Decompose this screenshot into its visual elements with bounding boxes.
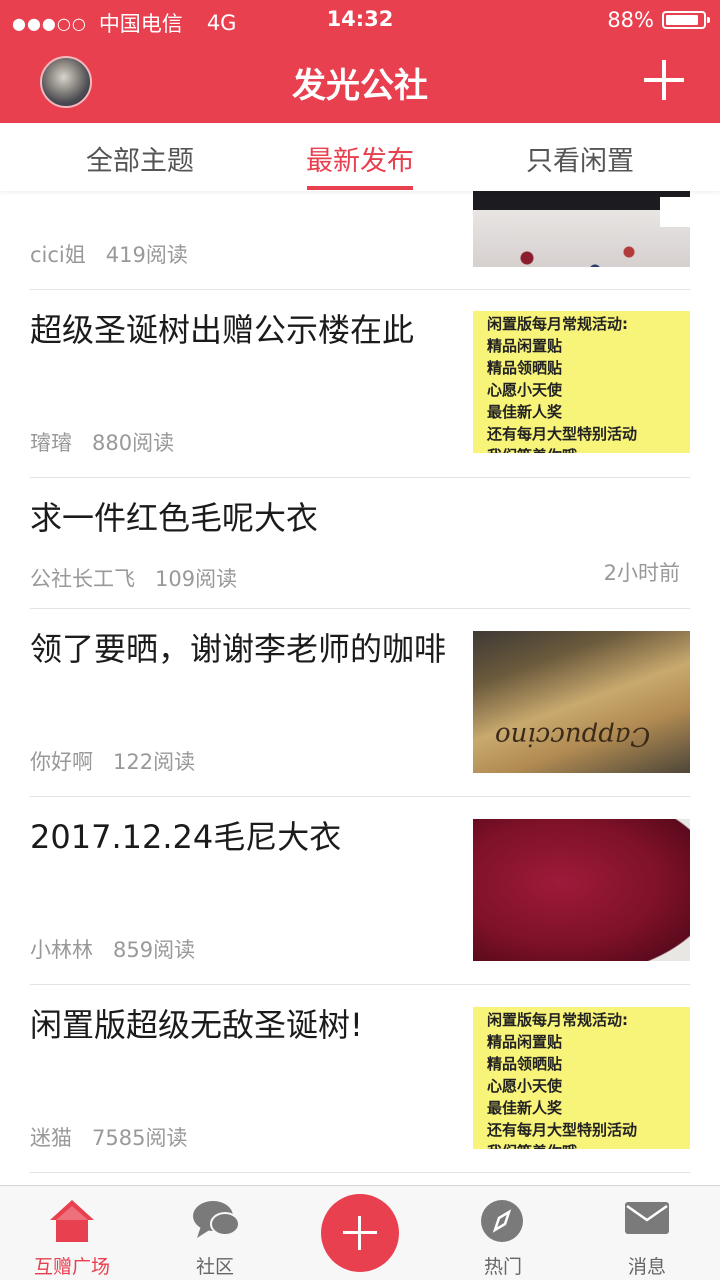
post-title: 领了要晒，谢谢李老师的咖啡 — [30, 630, 447, 668]
app-header: ●●●○○ 中国电信 4G 14:32 88% 发光公社 — [0, 0, 720, 123]
battery-icon — [662, 11, 710, 29]
list-item[interactable]: 闲置版超级无敌圣诞树! 闲置版每月常规活动: 精品闲置贴 精品领晒贴 心愿小天使… — [30, 984, 690, 1173]
nav-label: 热门 — [483, 1256, 522, 1278]
post-author: 公社长工飞 — [30, 567, 135, 591]
post-thumbnail: 闲置版每月常规活动: 精品闲置贴 精品领晒贴 心愿小天使 最佳新人奖 还有每月大… — [473, 1007, 690, 1149]
post-read-count: 109阅读 — [155, 567, 238, 591]
mail-icon — [625, 1202, 669, 1234]
status-bar: ●●●○○ 中国电信 4G 14:32 88% — [0, 0, 720, 40]
thumbnail-notice-text: 闲置版每月常规活动: 精品闲置贴 精品领晒贴 心愿小天使 最佳新人奖 还有每月大… — [487, 315, 638, 453]
list-item[interactable]: 2017.12.24毛尼大衣 小林林 859阅读 — [30, 796, 690, 985]
post-read-count: 880阅读 — [92, 431, 175, 455]
post-thumbnail — [473, 191, 690, 267]
list-item[interactable]: 求一件红色毛呢大衣 公社长工飞 109阅读 2小时前 — [30, 477, 690, 609]
nav-label: 互赠广场 — [33, 1256, 110, 1278]
compass-icon — [481, 1200, 523, 1242]
list-item[interactable]: 超级圣诞树出赠公示楼在此 闲置版每月常规活动: 精品闲置贴 精品领晒贴 心愿小天… — [30, 289, 690, 478]
list-item[interactable]: cici姐 419阅读 — [30, 191, 690, 290]
post-read-count: 7585阅读 — [92, 1126, 188, 1150]
add-post-button[interactable] — [644, 60, 684, 100]
tab-all-topics[interactable]: 全部主题 — [20, 139, 260, 178]
battery-percentage: 88% — [607, 8, 654, 32]
list-item[interactable]: 领了要晒，谢谢李老师的咖啡 Cappuccino 你好啊 122阅读 — [30, 608, 690, 797]
post-title: 超级圣诞树出赠公示楼在此 — [30, 311, 415, 349]
thumbnail-coffee-label: Cappuccino — [495, 721, 651, 751]
post-thumbnail: 闲置版每月常规活动: 精品闲置贴 精品领晒贴 心愿小天使 最佳新人奖 还有每月大… — [473, 311, 690, 453]
nav-label: 社区 — [195, 1256, 234, 1278]
post-author: cici姐 — [30, 243, 86, 267]
post-title: 闲置版超级无敌圣诞树! — [30, 1006, 363, 1044]
tab-latest[interactable]: 最新发布 — [240, 139, 480, 178]
post-thumbnail: Cappuccino — [473, 631, 690, 773]
post-title: 2017.12.24毛尼大衣 — [30, 818, 342, 856]
post-feed[interactable]: cici姐 419阅读 超级圣诞树出赠公示楼在此 闲置版每月常规活动: 精品闲置贴… — [0, 191, 720, 1185]
plus-icon[interactable] — [321, 1194, 399, 1272]
post-title: 求一件红色毛呢大衣 — [30, 499, 319, 537]
post-author: 璿璿 — [30, 431, 72, 455]
page-title: 发光公社 — [292, 66, 428, 106]
chat-bubble-icon — [193, 1201, 240, 1238]
nav-label: 消息 — [627, 1256, 666, 1278]
bottom-nav: 互赠广场 社区 热门 消息 — [0, 1185, 720, 1280]
topic-tabs: 全部主题 最新发布 只看闲置 — [0, 123, 720, 191]
thumbnail-notice-text: 闲置版每月常规活动: 精品闲置贴 精品领晒贴 心愿小天使 最佳新人奖 还有每月大… — [487, 1011, 638, 1149]
post-read-count: 122阅读 — [113, 750, 196, 774]
tab-idle-only[interactable]: 只看闲置 — [460, 139, 700, 178]
post-author: 迷猫 — [30, 1126, 72, 1150]
post-read-count: 859阅读 — [113, 938, 196, 962]
post-time-ago: 2小时前 — [603, 561, 680, 585]
home-icon — [50, 1200, 94, 1242]
active-tab-indicator — [307, 186, 413, 190]
post-author: 小林林 — [30, 938, 93, 962]
post-author: 你好啊 — [30, 750, 93, 774]
post-read-count: 419阅读 — [105, 243, 188, 267]
post-thumbnail — [473, 819, 690, 961]
